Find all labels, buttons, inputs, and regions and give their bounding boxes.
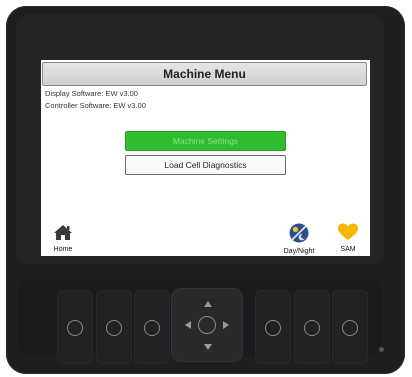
soft-key-6[interactable] <box>332 290 368 364</box>
arrow-left-icon[interactable] <box>185 321 191 329</box>
navigation-dpad[interactable] <box>171 288 243 362</box>
key-ring-icon <box>304 320 320 336</box>
soft-key-5[interactable] <box>294 290 330 364</box>
day-night-icon <box>289 223 309 243</box>
heart-icon <box>338 223 358 240</box>
key-ring-icon <box>342 320 358 336</box>
day-night-button[interactable]: Day/Night <box>278 223 320 255</box>
display-screen: Machine Menu Display Software: EW v3.00 … <box>41 60 370 256</box>
arrow-down-icon[interactable] <box>204 344 212 350</box>
sam-label: SAM <box>340 246 356 253</box>
day-night-label: Day/Night <box>283 248 315 255</box>
soft-key-2[interactable] <box>96 290 132 364</box>
soft-key-4[interactable] <box>255 290 291 364</box>
arrow-up-icon[interactable] <box>204 301 212 307</box>
page-title: Machine Menu <box>42 62 367 86</box>
sam-button[interactable]: SAM <box>334 223 362 253</box>
home-icon <box>54 225 72 240</box>
load-cell-diagnostics-button[interactable]: Load Cell Diagnostics <box>125 155 286 175</box>
machine-settings-button[interactable]: Machine Settings <box>125 131 286 151</box>
key-ring-icon <box>67 320 83 336</box>
home-label: Home <box>53 246 73 253</box>
arrow-right-icon[interactable] <box>223 321 229 329</box>
soft-key-3[interactable] <box>134 290 170 364</box>
key-ring-icon <box>106 320 122 336</box>
key-ring-icon <box>265 320 281 336</box>
soft-key-1[interactable] <box>57 290 93 364</box>
home-button[interactable]: Home <box>51 224 75 253</box>
display-software-version: Display Software: EW v3.00 <box>45 89 138 98</box>
controller-software-version: Controller Software: EW v3.00 <box>45 101 146 110</box>
key-ring-icon <box>144 320 160 336</box>
select-ring-icon <box>198 316 216 334</box>
status-led <box>379 347 384 352</box>
